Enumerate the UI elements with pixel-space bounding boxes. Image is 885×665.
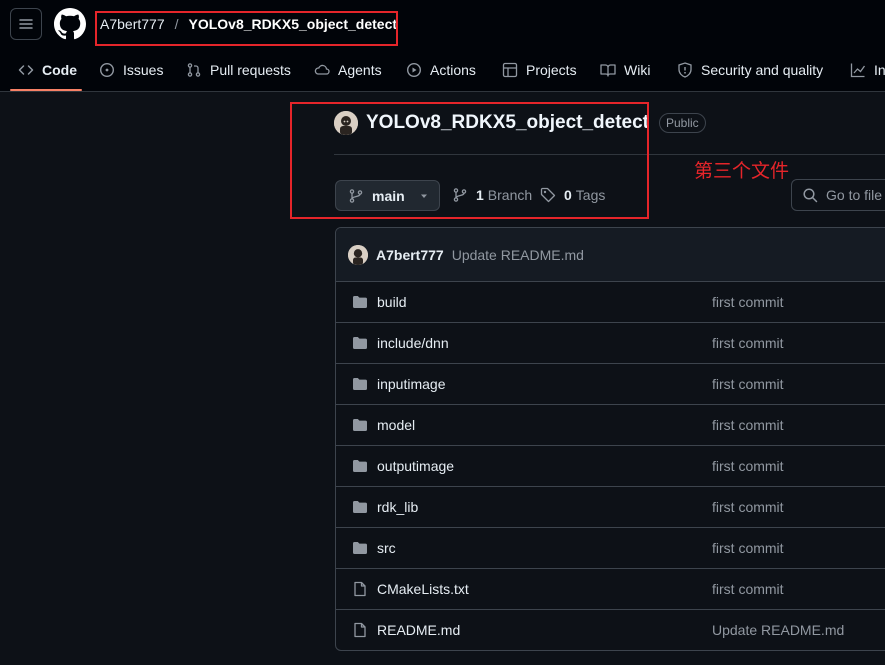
highlight-box-breadcrumb [95,11,398,46]
tab-wiki-label: Wiki [624,62,651,78]
go-to-file-placeholder: Go to file [826,187,883,203]
menu-button[interactable] [10,8,42,40]
agent-icon [314,64,330,75]
visibility-badge: Public [659,113,706,133]
github-logo-icon[interactable] [54,8,86,40]
folder-icon [353,460,367,472]
file-name[interactable]: model [377,417,415,433]
file-table: A7bert777 Update README.md build first c… [335,227,885,651]
file-name[interactable]: src [377,540,396,556]
graph-icon [850,63,866,78]
tab-agents[interactable]: Agents [314,50,382,90]
tab-projects[interactable]: Projects [502,50,577,90]
file-row-rdk-lib[interactable]: rdk_lib first commit [336,487,885,528]
file-commit-message[interactable]: first commit [712,540,784,556]
commit-author[interactable]: A7bert777 [376,247,444,263]
file-name[interactable]: outputimage [377,458,454,474]
git-pull-request-icon [187,63,201,77]
tab-wiki[interactable]: Wiki [600,50,650,90]
latest-commit-bar: A7bert777 Update README.md [336,228,885,282]
tab-issues[interactable]: Issues [99,50,163,90]
issue-opened-icon [99,62,115,78]
tab-projects-label: Projects [526,62,577,78]
file-commit-message[interactable]: first commit [712,335,784,351]
file-name[interactable]: include/dnn [377,335,449,351]
file-commit-message[interactable]: first commit [712,294,784,310]
file-row-outputimage[interactable]: outputimage first commit [336,446,885,487]
file-name[interactable]: README.md [377,622,460,638]
tab-issues-label: Issues [123,62,164,78]
go-to-file-input[interactable]: Go to file [791,179,885,211]
file-commit-message[interactable]: first commit [712,458,784,474]
code-icon [18,65,34,75]
file-name[interactable]: build [377,294,407,310]
folder-icon [353,419,367,431]
file-row-src[interactable]: src first commit [336,528,885,569]
highlight-box-repo [290,102,649,219]
folder-icon [353,337,367,349]
table-icon [502,62,518,78]
book-icon [600,64,616,77]
tab-actions-label: Actions [430,62,476,78]
file-row-include-dnn[interactable]: include/dnn first commit [336,323,885,364]
folder-icon [353,378,367,390]
file-name[interactable]: CMakeLists.txt [377,581,469,597]
file-row-build[interactable]: build first commit [336,282,885,323]
file-commit-message[interactable]: first commit [712,581,784,597]
folder-icon [353,501,367,513]
hamburger-icon [19,19,33,29]
play-icon [406,62,422,78]
file-commit-message[interactable]: Update README.md [712,622,844,638]
folder-icon [353,296,367,308]
search-icon [803,188,818,203]
tab-security-label: Security and quality [701,62,824,78]
file-row-inputimage[interactable]: inputimage first commit [336,364,885,405]
file-commit-message[interactable]: first commit [712,499,784,515]
tab-code-label: Code [42,62,77,78]
commit-message[interactable]: Update README.md [452,247,584,263]
tab-pull-requests-label: Pull requests [210,62,291,78]
tab-insights[interactable]: In [850,50,885,90]
file-icon [354,622,366,638]
tab-insights-label: In [874,62,885,78]
file-commit-message[interactable]: first commit [712,376,784,392]
file-row-readme[interactable]: README.md Update README.md [336,610,885,650]
tab-agents-label: Agents [338,62,382,78]
avatar-image-icon [348,244,368,265]
file-name[interactable]: inputimage [377,376,446,392]
file-name[interactable]: rdk_lib [377,499,418,515]
tab-actions[interactable]: Actions [406,50,476,90]
commit-author-avatar[interactable] [348,244,368,265]
file-row-model[interactable]: model first commit [336,405,885,446]
file-commit-message[interactable]: first commit [712,417,784,433]
active-tab-indicator [10,89,82,91]
tab-security[interactable]: Security and quality [677,50,823,90]
file-row-cmakelists[interactable]: CMakeLists.txt first commit [336,569,885,610]
tab-code[interactable]: Code [18,50,77,90]
shield-icon [678,62,692,78]
tab-pull-requests[interactable]: Pull requests [186,50,291,90]
file-icon [354,581,366,597]
folder-icon [353,542,367,554]
annotation-text: 第三个文件 [694,161,790,182]
